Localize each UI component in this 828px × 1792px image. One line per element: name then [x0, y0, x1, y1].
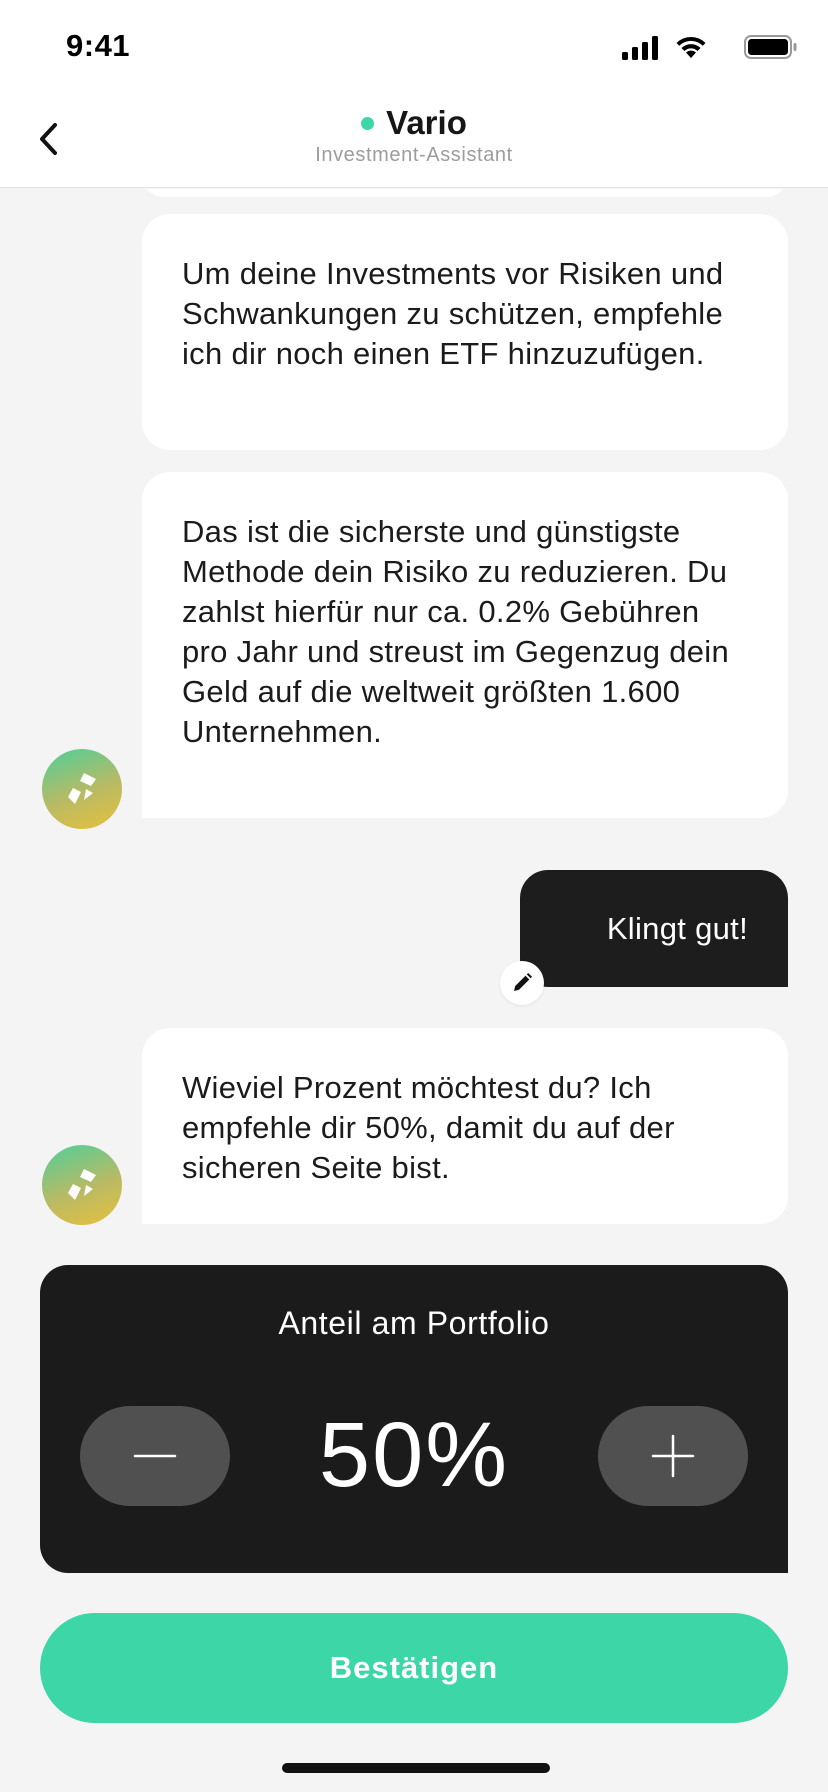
- plus-icon: [651, 1434, 695, 1478]
- home-indicator[interactable]: [282, 1763, 550, 1773]
- cellular-signal-icon: [622, 36, 658, 60]
- header-title-row: Vario: [0, 104, 828, 142]
- assistant-avatar: [42, 1145, 122, 1225]
- assistant-message: Wieviel Prozent möchtest du? Ich empfehl…: [142, 1028, 788, 1224]
- previous-message-bubble: [142, 189, 788, 197]
- battery-icon: [744, 35, 797, 59]
- portfolio-share-label: Anteil am Portfolio: [278, 1305, 550, 1341]
- portfolio-share-value: 50%: [318, 1404, 510, 1506]
- vario-logo-icon: [68, 773, 96, 804]
- pencil-icon: [514, 973, 532, 991]
- message-text: Um deine Investments vor Risiken und Sch…: [182, 256, 724, 371]
- assistant-name: Vario: [386, 104, 467, 141]
- user-message: Klingt gut!: [520, 870, 788, 987]
- assistant-avatar: [42, 749, 122, 829]
- status-time: 9:41: [66, 28, 131, 63]
- chat-messages[interactable]: Um deine Investments vor Risiken und Sch…: [0, 189, 828, 1249]
- decrease-button[interactable]: [80, 1406, 230, 1506]
- vario-logo-icon: [68, 1169, 96, 1200]
- chat-header: Vario Investment-Assistant: [0, 94, 828, 188]
- assistant-message: Um deine Investments vor Risiken und Sch…: [142, 214, 788, 450]
- wifi-icon: [676, 36, 706, 58]
- message-text: Das ist die sicherste und günstigste Met…: [182, 514, 730, 749]
- status-icons: [598, 34, 798, 60]
- confirm-button[interactable]: Bestätigen: [40, 1613, 788, 1723]
- portfolio-share-card: Anteil am Portfolio 50%: [40, 1265, 788, 1573]
- edit-message-button[interactable]: [500, 961, 544, 1005]
- assistant-message: Das ist die sicherste und günstigste Met…: [142, 472, 788, 818]
- assistant-subtitle: Investment-Assistant: [315, 144, 513, 166]
- minus-icon: [133, 1454, 177, 1458]
- online-status-dot: [361, 116, 375, 130]
- increase-button[interactable]: [598, 1406, 748, 1506]
- message-text: Wieviel Prozent möchtest du? Ich empfehl…: [182, 1070, 675, 1185]
- status-bar: 9:41: [0, 0, 828, 94]
- message-text: Klingt gut!: [606, 910, 748, 946]
